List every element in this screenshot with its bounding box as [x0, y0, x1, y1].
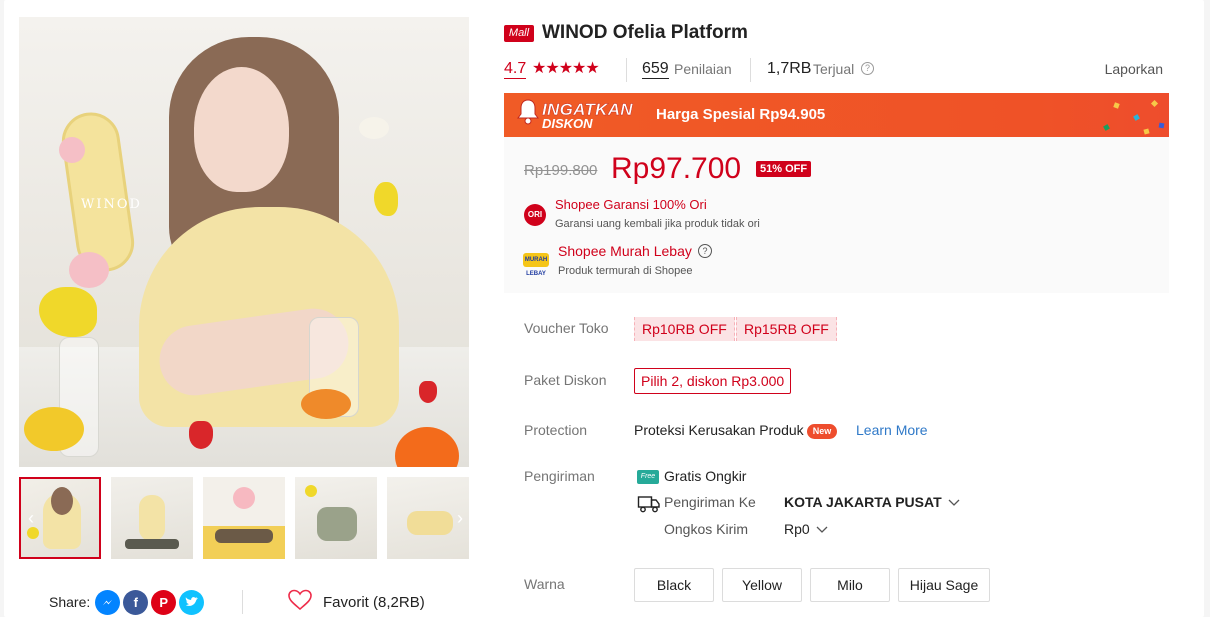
shipping-cost-dropdown[interactable]: Rp0: [784, 521, 828, 537]
product-stats: 4.7 ★★★★★ 659 Penilaian 1,7RB Terjual ? …: [504, 58, 1169, 82]
twitter-icon[interactable]: [179, 589, 205, 615]
reviews-count[interactable]: 659: [642, 60, 669, 79]
help-icon[interactable]: ?: [698, 244, 712, 258]
variant-option-yellow[interactable]: Yellow: [722, 568, 802, 602]
learn-more-link[interactable]: Learn More: [856, 422, 928, 438]
current-price: Rp97.700: [611, 152, 742, 185]
brand-watermark: WINOD: [81, 197, 142, 212]
reviews-label: Penilaian: [674, 61, 732, 77]
voucher-chip[interactable]: Rp10RB OFF: [634, 317, 735, 341]
shipping-label: Pengiriman: [524, 468, 595, 484]
guarantee-subtitle: Garansi uang kembali jika produk tidak o…: [555, 218, 760, 230]
variant-option-black[interactable]: Black: [634, 568, 714, 602]
color-label: Warna: [524, 576, 565, 592]
star-rating-icon: ★★★★★: [532, 60, 600, 77]
new-badge: New: [807, 424, 837, 439]
main-product-image[interactable]: WINOD: [19, 17, 469, 467]
special-price-text: Harga Spesial Rp94.905: [656, 106, 826, 123]
thumbnail-2[interactable]: [111, 477, 193, 559]
variant-option-milo[interactable]: Milo: [810, 568, 890, 602]
sold-count: 1,7RB: [767, 60, 812, 77]
chevron-down-icon: [816, 523, 828, 537]
price-section: Rp199.800 Rp97.700 51% OFF ORI Shopee Ga…: [504, 137, 1169, 293]
help-icon[interactable]: ?: [861, 62, 874, 75]
rating-value[interactable]: 4.7: [504, 60, 527, 79]
ingatkan-diskon-logo: INGATKAN DISKON: [516, 98, 636, 132]
share-divider: [242, 590, 243, 614]
chevron-down-icon: [948, 496, 960, 510]
variant-option-hijau-sage[interactable]: Hijau Sage: [898, 568, 990, 602]
voucher-chip[interactable]: Rp15RB OFF: [736, 317, 837, 341]
favorite-button[interactable]: Favorit (8,2RB): [287, 589, 425, 615]
murah-lebay-title[interactable]: Shopee Murah Lebay: [558, 243, 692, 259]
share-label: Share:: [49, 594, 91, 610]
bundle-label: Paket Diskon: [524, 372, 607, 388]
protection-text: Proteksi Kerusakan Produk: [634, 422, 804, 438]
free-shipping-icon: Free: [637, 470, 659, 484]
reminder-discount-banner: INGATKAN DISKON Harga Spesial Rp94.905: [504, 93, 1169, 137]
guarantee-title[interactable]: Shopee Garansi 100% Ori: [555, 197, 707, 212]
voucher-label: Voucher Toko: [524, 320, 609, 336]
favorite-label: Favorit (8,2RB): [323, 593, 425, 611]
free-shipping-text: Gratis Ongkir: [664, 468, 747, 484]
sold-label: Terjual: [813, 61, 855, 77]
report-link[interactable]: Laporkan: [1105, 61, 1163, 77]
pinterest-icon[interactable]: P: [151, 589, 177, 615]
facebook-icon[interactable]: f: [123, 589, 149, 615]
bell-icon: [516, 98, 544, 132]
bundle-deal-chip[interactable]: Pilih 2, diskon Rp3.000: [634, 368, 792, 394]
heart-icon: [287, 589, 313, 615]
product-card: WINOD ‹ › Share: f P Favorit (8,2RB) Mal…: [4, 0, 1204, 617]
product-title: WINOD Ofelia Platform: [542, 22, 748, 43]
ori-guarantee-icon: ORI: [524, 204, 546, 226]
shipping-destination-dropdown[interactable]: KOTA JAKARTA PUSAT: [784, 494, 960, 510]
messenger-icon[interactable]: [95, 589, 121, 615]
truck-icon: [637, 494, 661, 514]
murah-lebay-icon: MURAH LEBAY: [523, 253, 549, 277]
protection-label: Protection: [524, 422, 588, 438]
share-bar: Share: f P: [49, 589, 205, 615]
thumbnail-4[interactable]: [295, 477, 377, 559]
original-price: Rp199.800: [524, 162, 598, 179]
shipping-cost-label: Ongkos Kirim: [664, 521, 749, 537]
shipping-to-label: Pengiriman Ke: [664, 494, 756, 510]
thumbnail-strip: ‹ ›: [19, 477, 469, 559]
thumbnail-next-arrow[interactable]: ›: [451, 507, 469, 529]
thumbnail-3[interactable]: [203, 477, 285, 559]
thumbnail-prev-arrow[interactable]: ‹: [22, 507, 40, 529]
mall-badge: Mall: [504, 25, 534, 42]
murah-lebay-subtitle: Produk termurah di Shopee: [558, 265, 693, 277]
discount-badge: 51% OFF: [756, 161, 812, 177]
